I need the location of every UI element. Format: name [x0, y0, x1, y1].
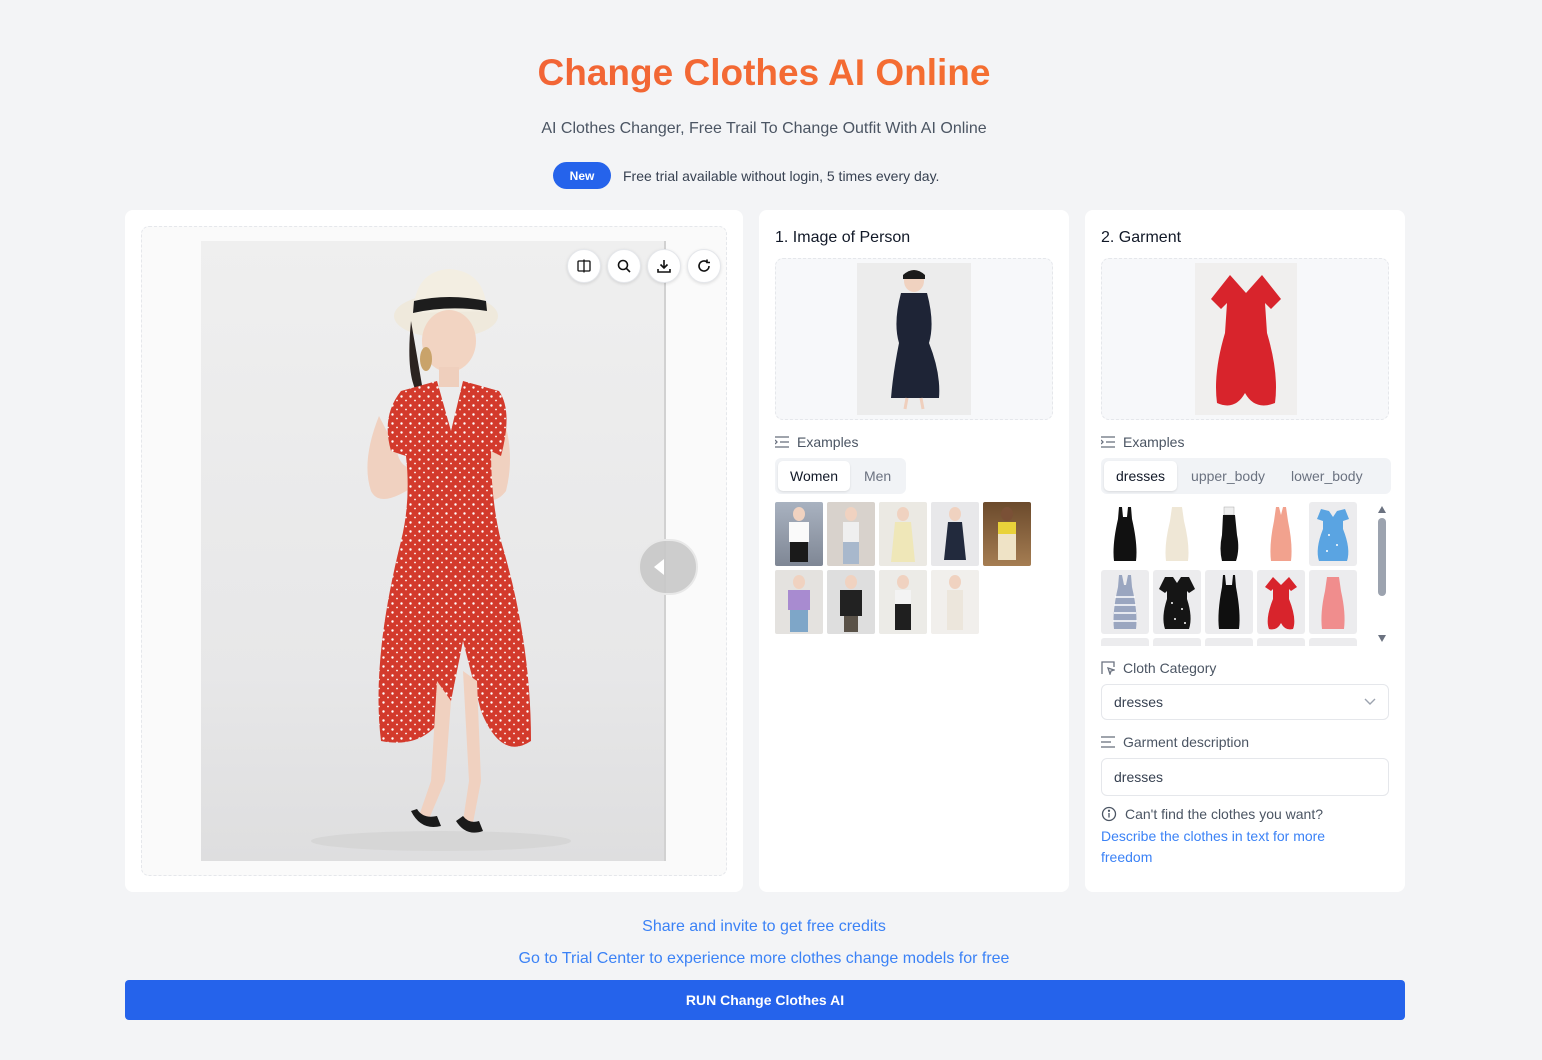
- garment-example-thumb[interactable]: [1153, 502, 1201, 566]
- trial-center-link[interactable]: Go to Trial Center to experience more cl…: [0, 950, 1528, 968]
- refresh-button[interactable]: [687, 249, 721, 283]
- garment-example-thumb[interactable]: [1309, 502, 1357, 566]
- person-example-thumb[interactable]: [827, 502, 875, 566]
- person-example-thumb[interactable]: [827, 570, 875, 634]
- garment-example-thumb[interactable]: [1205, 570, 1253, 634]
- garment-example-thumb[interactable]: [1153, 570, 1201, 634]
- chevron-left-icon: [654, 559, 664, 575]
- person-tabs: Women Men: [775, 458, 907, 494]
- person-example-thumb[interactable]: [775, 502, 823, 566]
- compare-icon: [577, 259, 591, 273]
- tab-lower-body[interactable]: lower_body: [1279, 461, 1375, 491]
- refresh-icon: [698, 259, 710, 272]
- trial-notice-text: Free trial available without login, 5 ti…: [623, 167, 940, 184]
- person-example-thumb[interactable]: [879, 570, 927, 634]
- garment-example-thumb[interactable]: [1101, 502, 1149, 566]
- cloth-category-value: dresses: [1114, 694, 1164, 710]
- person-examples-label: Examples: [775, 434, 858, 450]
- garment-examples-label: Examples: [1101, 434, 1184, 450]
- person-example-thumb[interactable]: [983, 502, 1031, 566]
- zoom-icon: [617, 259, 631, 273]
- scrollbar-thumb[interactable]: [1378, 518, 1386, 596]
- download-button[interactable]: [647, 249, 681, 283]
- share-invite-link[interactable]: Share and invite to get free credits: [0, 918, 1528, 936]
- tab-upper-body[interactable]: upper_body: [1179, 461, 1277, 491]
- garment-card-title: 2. Garment: [1101, 229, 1182, 246]
- scroll-down-icon[interactable]: [1378, 635, 1386, 642]
- garment-tabs: dresses upper_body lower_body: [1101, 458, 1391, 494]
- garment-example-thumb[interactable]: [1205, 502, 1253, 566]
- garment-description-input[interactable]: [1101, 758, 1389, 796]
- person-example-grid: [775, 502, 1031, 634]
- list-icon: [775, 436, 789, 448]
- result-image: [201, 241, 666, 861]
- garment-examples-scrollbar[interactable]: [1377, 506, 1387, 642]
- person-example-thumb[interactable]: [931, 502, 979, 566]
- person-example-thumb[interactable]: [879, 502, 927, 566]
- garment-example-thumb[interactable]: [1205, 638, 1253, 646]
- text-align-icon: [1101, 736, 1115, 748]
- page-title: Change Clothes AI Online: [0, 52, 1528, 94]
- garment-example-thumb[interactable]: [1101, 570, 1149, 634]
- describe-clothes-link[interactable]: Describe the clothes in text for more fr…: [1101, 826, 1371, 868]
- garment-example-thumb[interactable]: [1309, 570, 1357, 634]
- clothes-hint: Can't find the clothes you want?: [1101, 806, 1323, 822]
- tab-women[interactable]: Women: [778, 461, 850, 491]
- download-icon: [657, 260, 671, 273]
- chevron-down-icon: [1364, 698, 1376, 705]
- garment-example-thumb[interactable]: [1257, 502, 1305, 566]
- person-card: 1. Image of Person Examples Women Men: [759, 210, 1069, 892]
- page-subtitle: AI Clothes Changer, Free Trail To Change…: [541, 120, 987, 137]
- garment-card: 2. Garment Examples dresses upper_body l…: [1085, 210, 1405, 892]
- person-card-title: 1. Image of Person: [775, 229, 911, 246]
- result-frame: [141, 226, 727, 876]
- result-card: [125, 210, 743, 892]
- person-upload-area[interactable]: [775, 258, 1053, 420]
- cloth-category-select[interactable]: dresses: [1101, 684, 1389, 720]
- list-icon: [1101, 436, 1115, 448]
- compare-button[interactable]: [567, 249, 601, 283]
- tab-dresses[interactable]: dresses: [1104, 461, 1178, 491]
- garment-example-thumb[interactable]: [1309, 638, 1357, 646]
- person-preview-image: [857, 263, 971, 415]
- garment-example-thumb[interactable]: [1101, 638, 1149, 646]
- info-icon: [1101, 806, 1117, 822]
- trial-notice: New Free trial available without login, …: [553, 162, 939, 189]
- garment-example-thumb[interactable]: [1257, 570, 1305, 634]
- garment-preview-image: [1195, 263, 1297, 415]
- scroll-up-icon[interactable]: [1378, 506, 1386, 513]
- garment-example-thumb[interactable]: [1257, 638, 1305, 646]
- garment-example-thumb[interactable]: [1153, 638, 1201, 646]
- zoom-button[interactable]: [607, 249, 641, 283]
- compare-slider-handle[interactable]: [638, 539, 698, 595]
- tab-men[interactable]: Men: [852, 461, 903, 491]
- person-example-thumb[interactable]: [775, 570, 823, 634]
- garment-example-list[interactable]: [1101, 502, 1391, 646]
- person-example-thumb[interactable]: [931, 570, 979, 634]
- run-button[interactable]: RUN Change Clothes AI: [125, 980, 1405, 1020]
- cloth-category-label: Cloth Category: [1101, 660, 1216, 676]
- select-cursor-icon: [1101, 661, 1115, 675]
- garment-upload-area[interactable]: [1101, 258, 1389, 420]
- garment-description-label: Garment description: [1101, 734, 1249, 750]
- new-badge: New: [553, 162, 611, 189]
